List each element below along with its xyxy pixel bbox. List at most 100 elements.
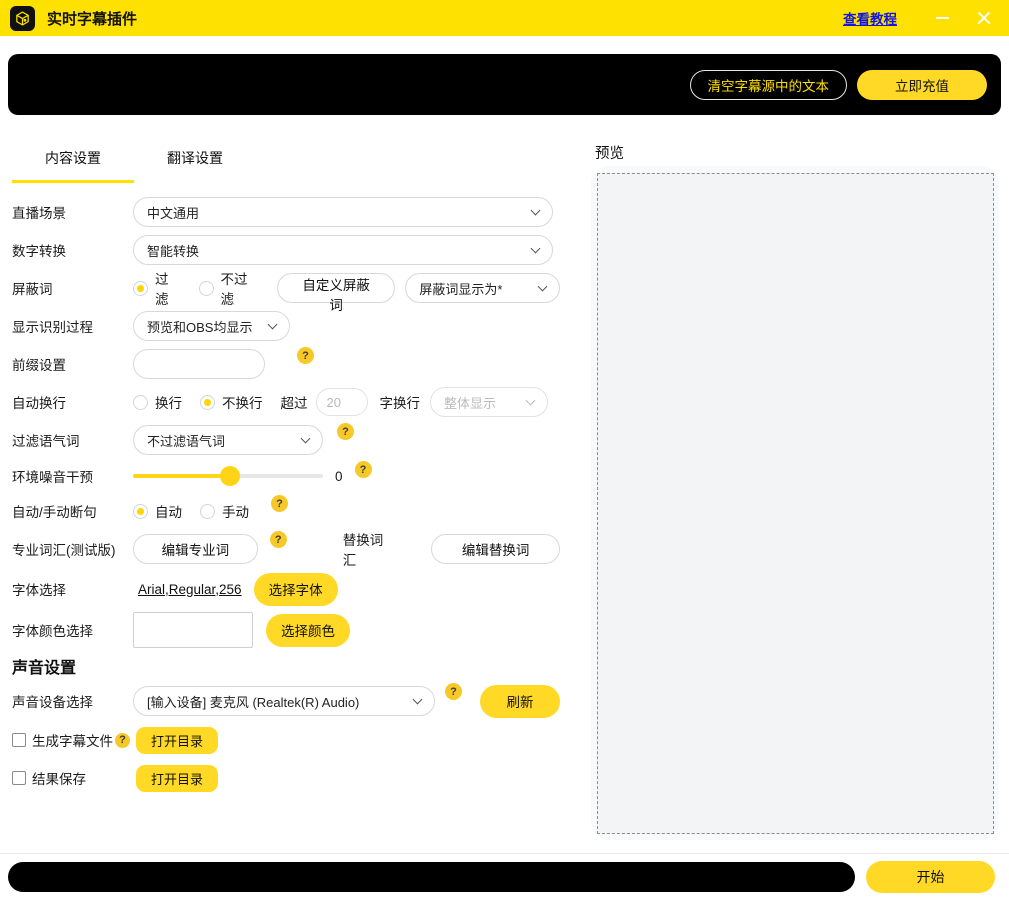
choose-font-button[interactable]: 选择字体 — [254, 573, 338, 606]
font-color-row: 字体颜色选择 选择颜色 — [12, 609, 560, 651]
vocab-row: 专业词汇(测试版) 编辑专业词 ? 替换词汇 编辑替换词 — [12, 529, 560, 569]
top-banner: 清空字幕源中的文本 立即充值 — [8, 54, 1001, 115]
prefix-row: 前缀设置 ? — [12, 345, 560, 383]
result-save-row: 结果保存 打开目录 — [12, 759, 560, 797]
number-convert-label: 数字转换 — [12, 240, 133, 260]
filler-filter-select[interactable]: 不过滤语气词 — [133, 425, 323, 455]
footer-divider — [0, 853, 1009, 854]
chevron-down-icon — [531, 205, 541, 215]
subtitle-file-row: 生成字幕文件 ? 打开目录 — [12, 721, 560, 759]
app-title: 实时字幕插件 — [47, 8, 843, 29]
recognition-display-value: 预览和OBS均显示 — [147, 317, 252, 336]
segment-manual-radio-label[interactable]: 手动 — [222, 501, 249, 521]
sound-device-label: 声音设备选择 — [12, 691, 133, 711]
filler-filter-row: 过滤语气词 不过滤语气词 ? — [12, 421, 560, 459]
segmentation-row: 自动/手动断句 自动 手动 ? — [12, 493, 560, 529]
no-wrap-radio-label[interactable]: 不换行 — [222, 392, 263, 412]
settings-panel: 内容设置 翻译设置 直播场景 中文通用 数字转换 智能转换 屏蔽词 过滤 不过滤… — [12, 140, 560, 797]
number-convert-row: 数字转换 智能转换 — [12, 231, 560, 269]
number-convert-select[interactable]: 智能转换 — [133, 235, 553, 265]
tutorial-link[interactable]: 查看教程 — [843, 8, 897, 28]
chevron-down-icon — [526, 395, 536, 405]
preview-title: 预览 — [595, 142, 624, 163]
custom-blocked-words-button[interactable]: 自定义屏蔽词 — [277, 273, 396, 303]
noise-slider-fill — [133, 474, 230, 478]
block-nofilter-radio[interactable] — [199, 281, 214, 296]
wrap-radio[interactable] — [133, 395, 148, 410]
open-subtitle-dir-button[interactable]: 打开目录 — [136, 727, 218, 754]
filler-filter-value: 不过滤语气词 — [147, 431, 225, 450]
font-select-row: 字体选择 Arial,Regular,256 选择字体 — [12, 569, 560, 609]
wrap-mode-value: 整体显示 — [444, 393, 496, 412]
sound-device-value: [输入设备] 麦克风 (Realtek(R) Audio) — [147, 692, 359, 711]
replace-vocab-label: 替换词汇 — [343, 529, 396, 569]
noise-help-icon[interactable]: ? — [355, 461, 372, 478]
choose-color-button[interactable]: 选择颜色 — [266, 614, 350, 647]
prefix-input[interactable] — [133, 349, 265, 379]
filler-filter-label: 过滤语气词 — [12, 430, 133, 450]
number-convert-value: 智能转换 — [147, 241, 199, 260]
edit-replace-button[interactable]: 编辑替换词 — [431, 534, 560, 564]
start-button[interactable]: 开始 — [866, 861, 995, 893]
sound-device-select[interactable]: [输入设备] 麦克风 (Realtek(R) Audio) — [133, 686, 435, 716]
refresh-device-button[interactable]: 刷新 — [480, 685, 560, 718]
noise-label: 环境噪音干预 — [12, 466, 133, 486]
subtitle-file-checkbox[interactable] — [12, 733, 26, 747]
segmentation-help-icon[interactable]: ? — [271, 495, 288, 512]
font-color-input[interactable] — [133, 612, 253, 648]
tab-content-settings[interactable]: 内容设置 — [12, 140, 134, 183]
wrap-count-input[interactable] — [316, 388, 368, 416]
segment-auto-radio-label[interactable]: 自动 — [155, 501, 182, 521]
segment-manual-radio[interactable] — [200, 504, 215, 519]
wrap-radio-label[interactable]: 换行 — [155, 392, 182, 412]
recharge-button[interactable]: 立即充值 — [857, 70, 987, 100]
sound-device-row: 声音设备选择 [输入设备] 麦克风 (Realtek(R) Audio) ? 刷… — [12, 681, 560, 721]
vocab-label: 专业词汇(测试版) — [12, 539, 133, 559]
live-scene-row: 直播场景 中文通用 — [12, 193, 560, 231]
block-filter-radio-label[interactable]: 过滤 — [155, 268, 181, 308]
wrap-suffix-text: 字换行 — [380, 392, 421, 412]
settings-tabs: 内容设置 翻译设置 — [12, 140, 560, 183]
wrap-mode-select[interactable]: 整体显示 — [430, 387, 548, 417]
result-save-checkbox[interactable] — [12, 771, 26, 785]
sound-device-help-icon[interactable]: ? — [445, 683, 462, 700]
chevron-down-icon — [531, 243, 541, 253]
noise-value: 0 — [335, 469, 343, 484]
segment-auto-radio[interactable] — [133, 504, 148, 519]
app-logo-icon — [10, 6, 35, 31]
auto-wrap-label: 自动换行 — [12, 392, 133, 412]
open-result-dir-button[interactable]: 打开目录 — [136, 765, 218, 792]
chevron-down-icon — [301, 433, 311, 443]
noise-slider[interactable] — [133, 474, 323, 478]
preview-area — [597, 173, 994, 834]
wrap-exceed-text: 超过 — [281, 392, 308, 412]
filler-filter-help-icon[interactable]: ? — [337, 423, 354, 440]
result-save-checkbox-group: 结果保存 — [12, 768, 136, 788]
tab-translate-settings[interactable]: 翻译设置 — [134, 140, 256, 183]
close-button[interactable] — [969, 3, 999, 33]
auto-wrap-row: 自动换行 换行 不换行 超过 字换行 整体显示 — [12, 383, 560, 421]
edit-vocab-button[interactable]: 编辑专业词 — [133, 534, 258, 564]
segmentation-label: 自动/手动断句 — [12, 501, 133, 521]
vocab-help-icon[interactable]: ? — [270, 531, 287, 548]
result-save-label[interactable]: 结果保存 — [32, 768, 86, 788]
status-bar — [8, 862, 855, 892]
live-scene-select[interactable]: 中文通用 — [133, 197, 553, 227]
prefix-label: 前缀设置 — [12, 354, 133, 374]
recognition-display-label: 显示识别过程 — [12, 316, 133, 336]
blocked-words-display-select[interactable]: 屏蔽词显示为* — [405, 273, 560, 303]
block-filter-radio[interactable] — [133, 281, 148, 296]
blocked-words-row: 屏蔽词 过滤 不过滤 自定义屏蔽词 屏蔽词显示为* — [12, 269, 560, 307]
chevron-down-icon — [268, 319, 278, 329]
noise-slider-thumb[interactable] — [220, 466, 240, 486]
current-font-link[interactable]: Arial,Regular,256 — [138, 582, 242, 597]
prefix-help-icon[interactable]: ? — [297, 347, 314, 364]
no-wrap-radio[interactable] — [200, 395, 215, 410]
blocked-words-label: 屏蔽词 — [12, 278, 133, 298]
minimize-button[interactable] — [927, 3, 957, 33]
subtitle-file-label[interactable]: 生成字幕文件 — [32, 730, 113, 750]
clear-subtitle-source-button[interactable]: 清空字幕源中的文本 — [690, 70, 848, 100]
recognition-display-select[interactable]: 预览和OBS均显示 — [133, 311, 290, 341]
block-nofilter-radio-label[interactable]: 不过滤 — [221, 268, 259, 308]
subtitle-file-help-icon[interactable]: ? — [115, 733, 130, 748]
